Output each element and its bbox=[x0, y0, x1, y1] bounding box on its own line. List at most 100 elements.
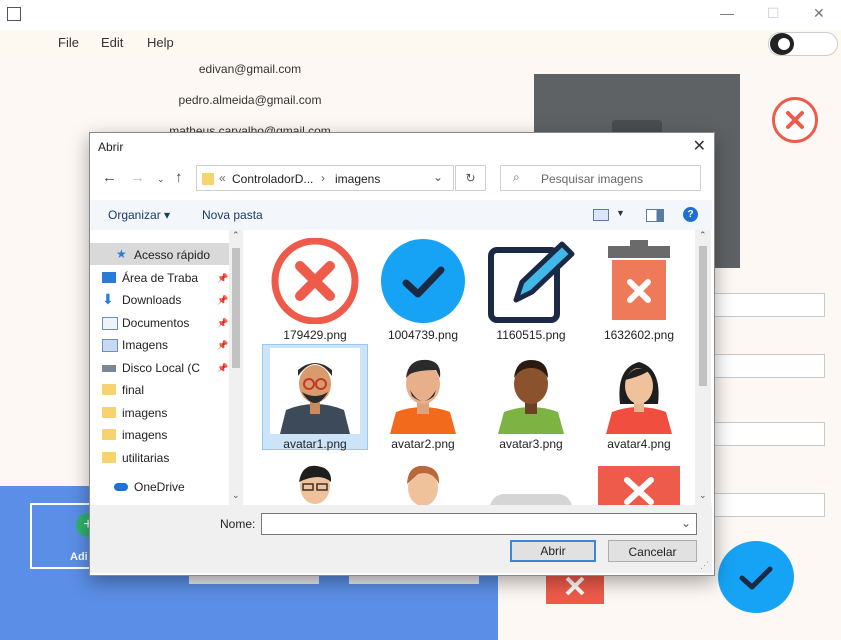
search-input[interactable]: ⌕ Pesquisar imagens bbox=[500, 165, 701, 191]
file-thumbnail[interactable] bbox=[378, 458, 468, 505]
search-icon: ⌕ bbox=[513, 170, 520, 184]
star-icon: ★ bbox=[116, 247, 127, 261]
form-field[interactable] bbox=[700, 293, 825, 317]
file-thumbnail[interactable] bbox=[486, 458, 576, 505]
maximize-button[interactable]: ☐ bbox=[767, 5, 780, 22]
filename-input[interactable]: ⌄ bbox=[261, 513, 697, 535]
nav-quick-access[interactable]: ★ Acesso rápido bbox=[90, 243, 230, 265]
nav-scrollbar-thumb[interactable] bbox=[232, 248, 240, 368]
open-button[interactable]: Abrir bbox=[510, 540, 596, 562]
new-folder-button[interactable]: Nova pasta bbox=[202, 208, 263, 222]
form-field[interactable] bbox=[700, 422, 825, 446]
files-scrollbar-thumb[interactable] bbox=[699, 246, 707, 386]
file-name[interactable]: 179429.png bbox=[262, 328, 368, 342]
dialog-title: Abrir bbox=[98, 140, 124, 154]
nav-item-downloads[interactable]: ⬇ Downloads 📌 bbox=[102, 289, 228, 311]
resize-grip-icon[interactable]: ⋰ bbox=[700, 560, 709, 571]
organize-menu[interactable]: Organizar ▾ bbox=[108, 208, 170, 222]
chevron-right-icon: › bbox=[321, 171, 325, 185]
minimize-button[interactable]: — bbox=[720, 5, 734, 21]
file-name[interactable]: 1160515.png bbox=[478, 328, 584, 342]
navigation-pane: ★ Acesso rápido Área de Traba 📌 ⬇ Download… bbox=[90, 230, 245, 505]
nav-quick-access-label: Acesso rápido bbox=[134, 248, 211, 262]
close-button[interactable]: ✕ bbox=[813, 5, 825, 22]
chevron-down-icon[interactable]: ⌄ bbox=[681, 516, 691, 530]
form-field[interactable] bbox=[700, 493, 825, 517]
cancel-button[interactable]: Cancelar bbox=[608, 540, 697, 562]
menu-help[interactable]: Help bbox=[147, 35, 174, 50]
file-name[interactable]: avatar1.png bbox=[262, 437, 368, 451]
folder-icon bbox=[102, 452, 116, 463]
file-grid: 179429.png 1004739.png 1160515.png 16326… bbox=[246, 230, 712, 505]
view-options-icon[interactable] bbox=[593, 209, 609, 221]
file-thumbnail[interactable] bbox=[378, 348, 468, 434]
file-thumbnail[interactable] bbox=[594, 348, 684, 434]
file-thumbnail[interactable] bbox=[486, 348, 576, 434]
file-name[interactable]: avatar3.png bbox=[478, 437, 584, 451]
dark-mode-toggle[interactable] bbox=[768, 32, 838, 56]
view-dropdown-icon[interactable]: ▼ bbox=[616, 208, 625, 218]
nav-item-pictures[interactable]: Imagens 📌 bbox=[102, 334, 228, 356]
file-thumbnail[interactable] bbox=[378, 238, 468, 324]
breadcrumb-overflow[interactable]: « bbox=[219, 171, 226, 185]
folder-icon bbox=[202, 173, 214, 185]
file-name[interactable]: avatar2.png bbox=[370, 437, 476, 451]
breadcrumb-segment[interactable]: imagens bbox=[335, 172, 380, 186]
file-thumbnail[interactable] bbox=[486, 238, 576, 324]
nav-item-folder[interactable]: imagens bbox=[102, 424, 167, 446]
delete-icon[interactable] bbox=[546, 572, 604, 604]
form-field[interactable] bbox=[700, 354, 825, 378]
help-icon[interactable]: ? bbox=[683, 207, 698, 222]
email-item[interactable]: edivan@gmail.com bbox=[100, 62, 400, 76]
file-thumbnail[interactable] bbox=[594, 238, 684, 324]
file-name[interactable]: 1632602.png bbox=[586, 328, 692, 342]
forward-arrow-icon[interactable]: → bbox=[130, 169, 145, 186]
file-thumbnail[interactable] bbox=[594, 458, 684, 505]
cloud-icon bbox=[114, 483, 128, 491]
pin-icon: 📌 bbox=[217, 273, 229, 283]
file-name[interactable]: avatar4.png bbox=[586, 437, 692, 451]
preview-pane-icon[interactable] bbox=[646, 209, 664, 222]
open-file-dialog: Abrir ✕ ← → ⌄ ↑ « ControladorD... › imag… bbox=[89, 132, 715, 576]
dialog-close-button[interactable]: ✕ bbox=[693, 136, 706, 156]
moon-icon bbox=[770, 33, 794, 55]
nav-item-folder[interactable]: utilitarias bbox=[102, 447, 169, 469]
file-thumbnail[interactable] bbox=[270, 458, 360, 505]
menu-edit[interactable]: Edit bbox=[101, 35, 123, 50]
menu-file[interactable]: File bbox=[58, 35, 79, 50]
file-name[interactable]: 1004739.png bbox=[370, 328, 476, 342]
file-thumbnail[interactable] bbox=[270, 237, 360, 325]
app-icon bbox=[7, 7, 21, 21]
refresh-icon[interactable]: ↻ bbox=[455, 165, 486, 191]
document-icon bbox=[102, 317, 118, 330]
confirm-check-icon[interactable] bbox=[718, 541, 794, 613]
menu-bar: File Edit Help bbox=[0, 30, 841, 58]
recent-dropdown-icon[interactable]: ⌄ bbox=[157, 174, 165, 185]
nav-item-documents[interactable]: Documentos 📌 bbox=[102, 312, 228, 334]
nav-item-desktop[interactable]: Área de Traba 📌 bbox=[102, 267, 228, 289]
nav-scrollbar[interactable]: ⌃ ⌄ bbox=[229, 230, 243, 505]
nav-item-folder[interactable]: imagens bbox=[102, 402, 167, 424]
breadcrumb-segment[interactable]: ControladorD... bbox=[232, 172, 313, 186]
nav-item-folder[interactable]: final bbox=[102, 379, 144, 401]
filename-label: Nome: bbox=[220, 517, 256, 531]
back-arrow-icon[interactable]: ← bbox=[102, 169, 117, 186]
address-bar[interactable]: « ControladorD... › imagens ⌄ bbox=[196, 165, 454, 191]
file-thumbnail[interactable] bbox=[270, 348, 360, 434]
search-placeholder: Pesquisar imagens bbox=[541, 172, 644, 186]
nav-item-local-disk[interactable]: Disco Local (C 📌 bbox=[102, 357, 228, 379]
email-item[interactable]: pedro.almeida@gmail.com bbox=[100, 93, 400, 107]
files-scrollbar[interactable]: ⌃ ⌄ bbox=[695, 230, 711, 505]
folder-icon bbox=[102, 429, 116, 440]
remove-photo-icon[interactable] bbox=[772, 97, 818, 143]
add-button-label: Adi bbox=[70, 551, 88, 563]
pin-icon: 📌 bbox=[217, 318, 229, 328]
chevron-down-icon[interactable]: ⌄ bbox=[433, 170, 443, 184]
dialog-toolbar: Organizar ▾ Nova pasta ▼ ? bbox=[90, 200, 712, 230]
pictures-icon bbox=[102, 339, 118, 352]
title-bar: — ☐ ✕ bbox=[0, 0, 841, 30]
pin-icon: 📌 bbox=[217, 363, 229, 373]
download-icon: ⬇ bbox=[102, 291, 114, 307]
nav-item-onedrive[interactable]: OneDrive bbox=[114, 476, 185, 498]
up-arrow-icon[interactable]: ↑ bbox=[175, 169, 183, 186]
